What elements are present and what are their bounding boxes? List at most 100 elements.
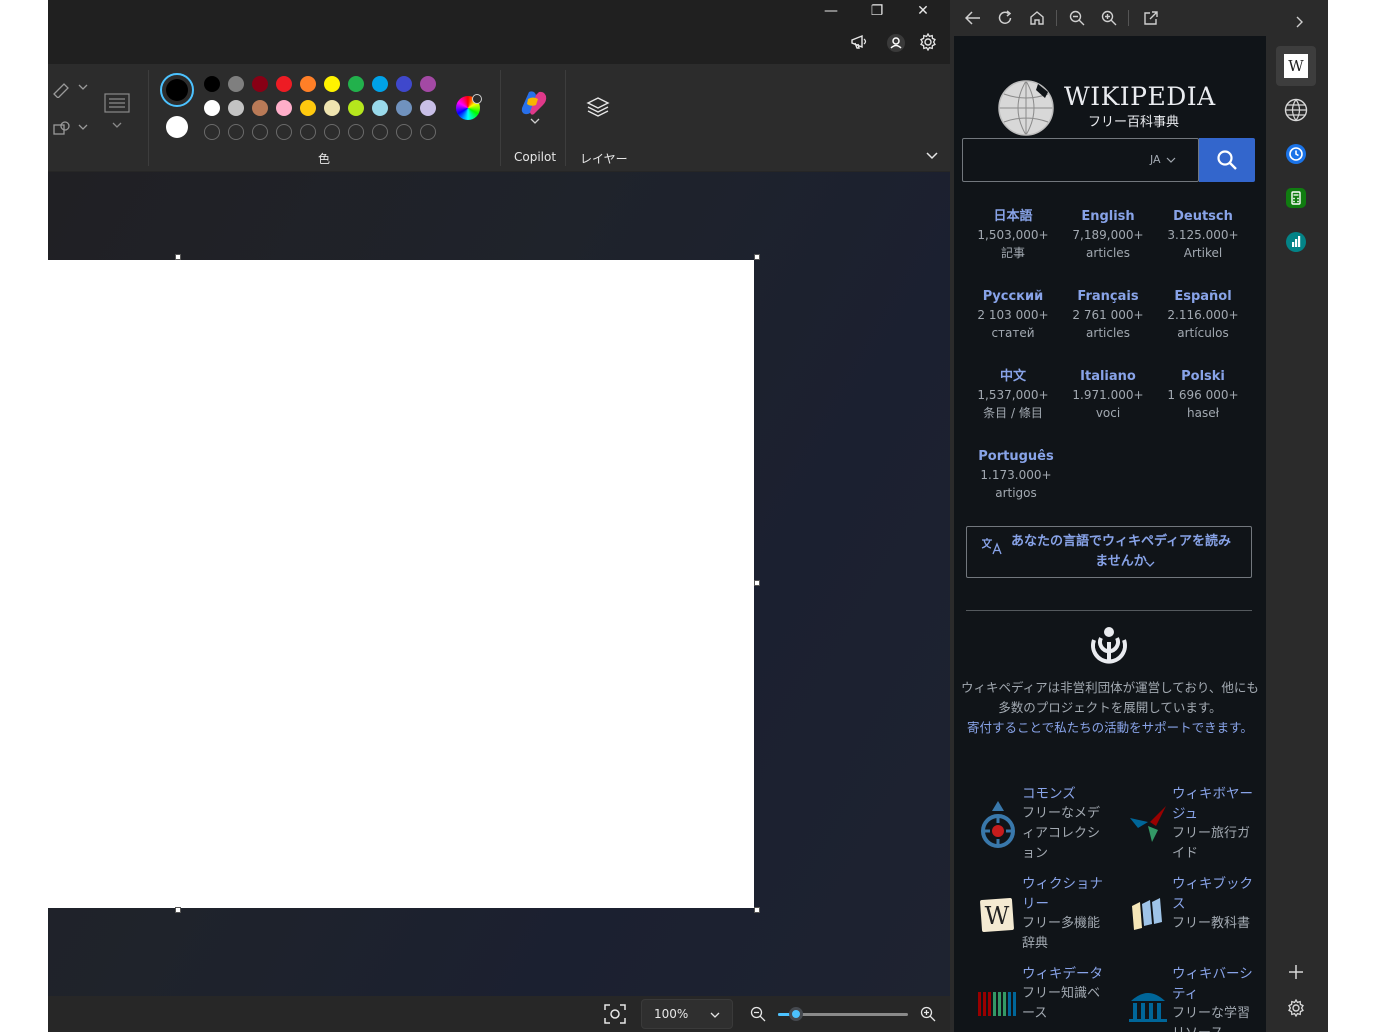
clock-app-icon[interactable] [1276, 136, 1316, 172]
color-swatch[interactable] [252, 100, 268, 116]
size-tool-icon[interactable] [104, 90, 130, 130]
color-swatch[interactable] [420, 76, 436, 92]
language-link[interactable]: English 7,189,000+ articles [1060, 208, 1156, 262]
layers-label[interactable]: レイヤー [580, 150, 628, 167]
megaphone-icon[interactable] [846, 28, 874, 56]
resize-handle-top-right[interactable] [754, 254, 760, 260]
language-link[interactable]: Deutsch 3.125.000+ Artikel [1155, 208, 1251, 262]
zoom-slider-thumb[interactable] [789, 1007, 803, 1021]
language-link[interactable]: 日本語 1,503,000+ 記事 [965, 208, 1061, 262]
project-name[interactable]: ウィキバーシティ [1172, 964, 1262, 1004]
zoom-in-icon[interactable] [1096, 6, 1122, 30]
color-swatch[interactable] [300, 100, 316, 116]
sister-project[interactable]: ウィキデータ フリー知識ベース [976, 964, 1126, 1032]
color-swatch[interactable] [396, 100, 412, 116]
wikipedia-app-icon[interactable]: W [1276, 48, 1316, 84]
language-link[interactable]: Español 2.116.000+ artículos [1155, 288, 1251, 342]
sister-project[interactable]: ウィキブックス フリー教科書 [1126, 874, 1266, 960]
resize-handle-bottom[interactable] [175, 907, 181, 913]
layers-icon[interactable] [586, 96, 610, 118]
settings-gear-icon[interactable] [914, 28, 942, 56]
donate-link[interactable]: 寄付することで私たちの活動をサポートできます。 [958, 718, 1262, 738]
ribbon-expand-chevron-icon[interactable] [926, 152, 938, 160]
color-swatch[interactable] [324, 76, 340, 92]
copilot-chevron-down-icon[interactable] [530, 118, 540, 124]
secondary-color-swatch[interactable] [166, 116, 188, 138]
home-icon[interactable] [1024, 6, 1050, 30]
project-name[interactable]: コモンズ [1022, 784, 1112, 804]
color-swatch[interactable] [252, 76, 268, 92]
custom-color-slot[interactable] [372, 124, 388, 140]
color-swatch[interactable] [372, 100, 388, 116]
wikimedia-foundation-logo[interactable] [1088, 624, 1130, 666]
color-swatch[interactable] [300, 76, 316, 92]
custom-color-slot[interactable] [396, 124, 412, 140]
edit-colors-icon[interactable] [456, 94, 482, 120]
project-name[interactable]: ウィキブックス [1172, 874, 1262, 914]
custom-color-slot[interactable] [204, 124, 220, 140]
wiki-search-input[interactable] [971, 147, 1131, 173]
shapes-tool-icon[interactable] [52, 120, 92, 138]
color-swatch[interactable] [228, 76, 244, 92]
custom-color-slot[interactable] [324, 124, 340, 140]
sister-project[interactable]: ウィキボヤージュ フリー旅行ガイド [1126, 784, 1266, 870]
custom-color-slot[interactable] [348, 124, 364, 140]
language-link[interactable]: Polski 1 696 000+ haseł [1155, 368, 1251, 422]
color-swatch[interactable] [348, 76, 364, 92]
resize-handle-top[interactable] [175, 254, 181, 260]
zoom-in-icon[interactable] [920, 1006, 936, 1022]
language-link[interactable]: Italiano 1.971.000+ voci [1060, 368, 1156, 422]
primary-color-ring[interactable] [160, 73, 194, 107]
wiki-search-button[interactable] [1199, 138, 1255, 182]
restore-button[interactable]: ❐ [854, 0, 900, 22]
globe-icon[interactable] [1276, 92, 1316, 128]
color-swatch[interactable] [372, 76, 388, 92]
account-icon[interactable] [882, 29, 910, 57]
close-button[interactable]: ✕ [900, 0, 946, 22]
add-icon[interactable] [1276, 954, 1316, 990]
language-link[interactable]: Русский 2 103 000+ статей [965, 288, 1061, 342]
language-link[interactable]: Français 2 761 000+ articles [1060, 288, 1156, 342]
custom-color-slot[interactable] [300, 124, 316, 140]
chevron-right-icon[interactable] [1296, 16, 1304, 28]
primary-color-swatch[interactable] [166, 79, 188, 101]
custom-color-slot[interactable] [252, 124, 268, 140]
custom-color-slot[interactable] [228, 124, 244, 140]
color-swatch[interactable] [228, 100, 244, 116]
search-language-picker[interactable]: JA [1150, 153, 1176, 166]
refresh-icon[interactable] [992, 6, 1018, 30]
wikipedia-globe-logo[interactable] [998, 80, 1054, 136]
zoom-out-icon[interactable] [1064, 6, 1090, 30]
rail-settings-icon[interactable] [1276, 990, 1316, 1026]
analytics-app-icon[interactable] [1276, 224, 1316, 260]
project-name[interactable]: ウィキボヤージュ [1172, 784, 1262, 824]
resize-handle-right[interactable] [754, 580, 760, 586]
open-external-icon[interactable] [1138, 6, 1164, 30]
sister-project[interactable]: W ウィクショナリー フリー多機能辞典 [976, 874, 1126, 960]
copilot-icon[interactable] [520, 90, 548, 116]
drawing-canvas[interactable] [48, 260, 754, 908]
calculator-app-icon[interactable] [1276, 180, 1316, 216]
color-swatch[interactable] [204, 100, 220, 116]
project-name[interactable]: ウィキデータ [1022, 964, 1112, 984]
read-in-your-language-button[interactable]: あなたの言語でウィキペディアを読みませんか [966, 526, 1252, 578]
custom-color-slot[interactable] [276, 124, 292, 140]
minimize-button[interactable]: — [808, 0, 854, 22]
color-swatch[interactable] [276, 76, 292, 92]
color-swatch[interactable] [204, 76, 220, 92]
color-swatch[interactable] [324, 100, 340, 116]
color-swatch[interactable] [276, 100, 292, 116]
brush-tool-icon[interactable] [52, 80, 92, 98]
language-link[interactable]: 中文 1,537,000+ 条目 / 條目 [965, 368, 1061, 422]
zoom-level-select[interactable]: 100% [641, 999, 733, 1029]
sister-project[interactable]: ウィキバーシティフリーな学習リソース [1126, 964, 1266, 1032]
fit-to-window-icon[interactable] [604, 1004, 626, 1024]
custom-color-slot[interactable] [420, 124, 436, 140]
zoom-out-icon[interactable] [750, 1006, 766, 1022]
color-swatch[interactable] [396, 76, 412, 92]
copilot-label[interactable]: Copilot [514, 150, 556, 164]
color-swatch[interactable] [348, 100, 364, 116]
project-name[interactable]: ウィクショナリー [1022, 874, 1112, 914]
sister-project[interactable]: コモンズ フリーなメディアコレクション [976, 784, 1126, 870]
language-link[interactable]: Português 1.173.000+ artigos [968, 448, 1064, 502]
